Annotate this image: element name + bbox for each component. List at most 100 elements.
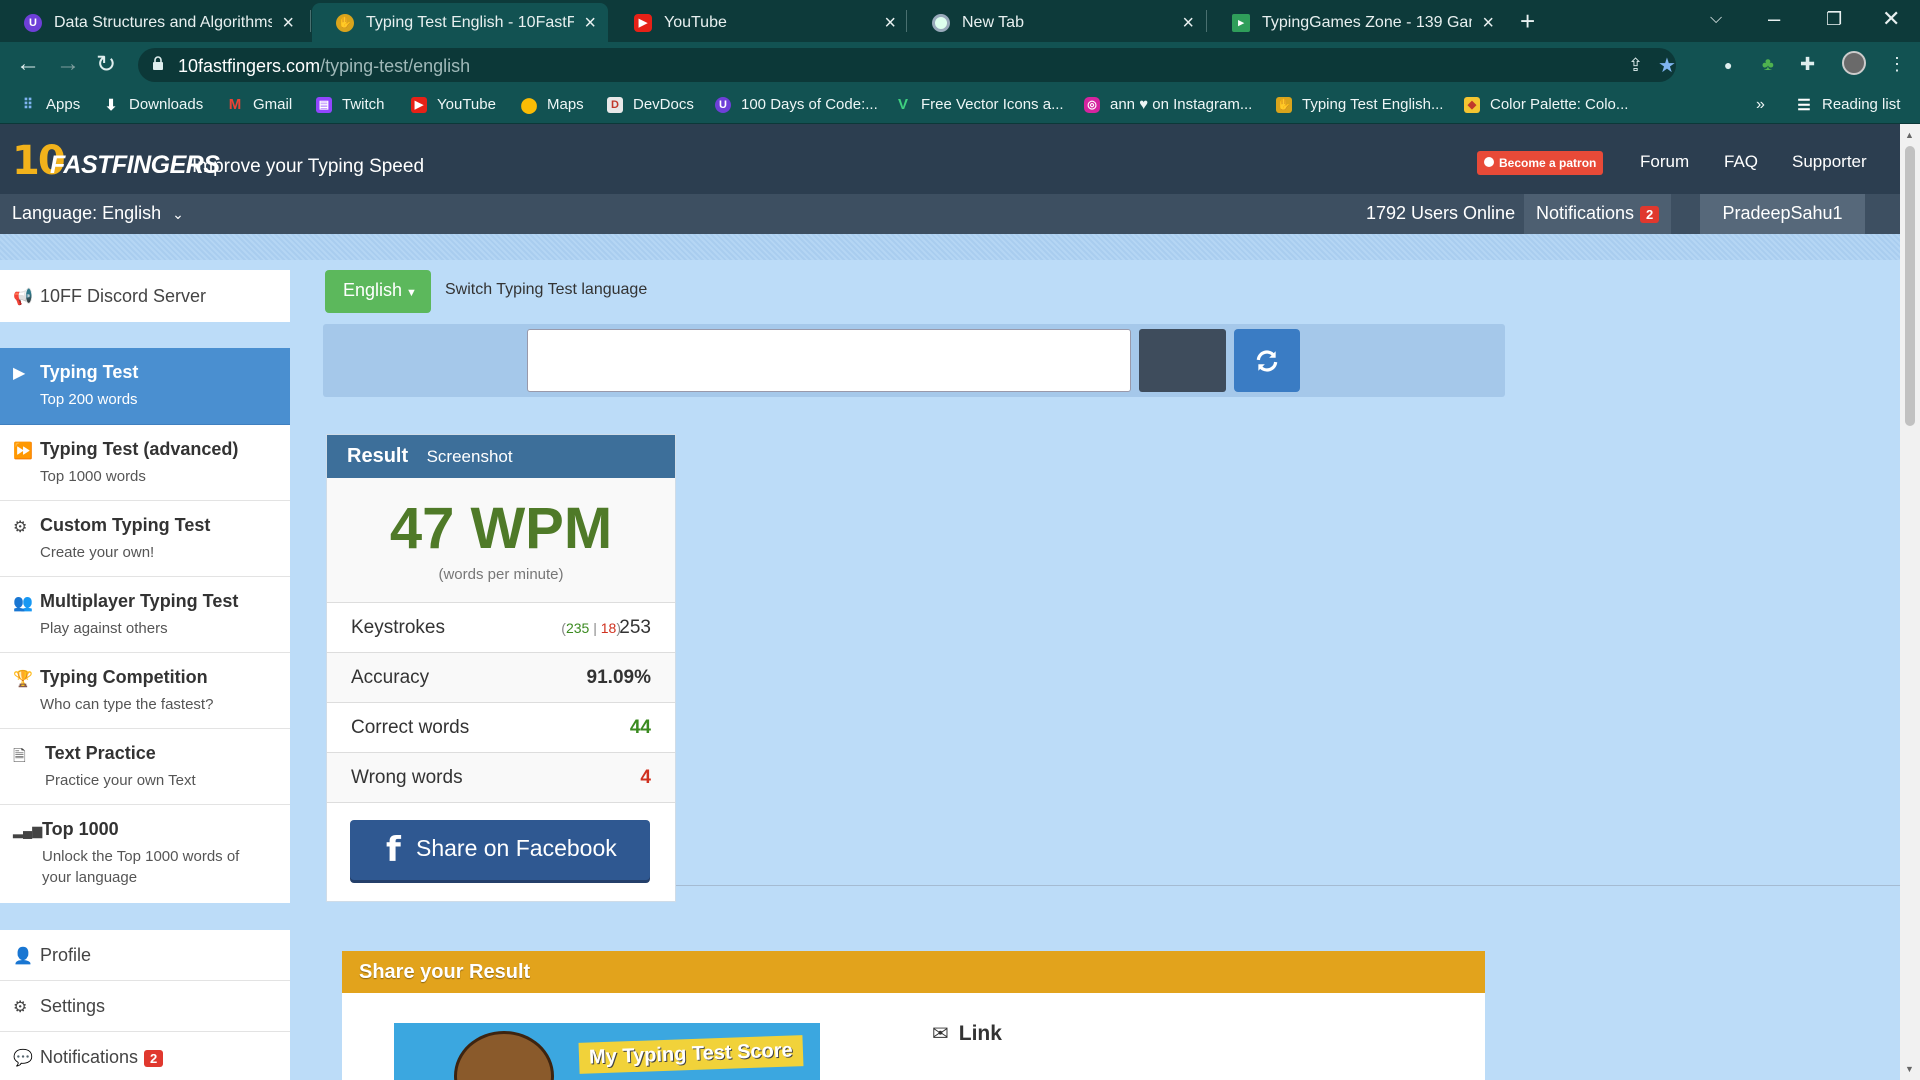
extensions-puzzle-icon[interactable]: ✚ — [1800, 54, 1815, 75]
scroll-down-arrow-icon[interactable]: ▼ — [1905, 1064, 1914, 1074]
bookmark-label: Apps — [46, 96, 81, 113]
user-menu-button[interactable]: PradeepSahu1 — [1700, 194, 1865, 234]
sidebar-item-title: Custom Typing Test — [40, 515, 211, 535]
bookmark-label: Twitch — [342, 96, 385, 113]
nav-faq[interactable]: FAQ — [1724, 152, 1758, 172]
forward-arrow-icon[interactable]: → — [56, 50, 80, 78]
correct-words-row: Correct words 44 — [327, 703, 675, 753]
close-icon[interactable]: × — [584, 13, 596, 33]
bookmark-instagram[interactable]: ◎ ann ♥ on Instagram... — [1084, 96, 1252, 113]
sidebar-item-settings[interactable]: ⚙ Settings — [0, 981, 290, 1032]
share-result-image[interactable]: My Typing Test Score — [394, 1023, 820, 1080]
reading-list-icon: ☰ — [1797, 96, 1811, 114]
cartoon-face-illustration — [454, 1031, 554, 1080]
typing-input[interactable] — [527, 329, 1131, 392]
tab-title: YouTube — [664, 13, 727, 31]
bookmark-apps[interactable]: ⠿ Apps — [20, 96, 80, 113]
language-button-label: English — [343, 280, 403, 300]
url-field[interactable]: 10fastfingers.com/typing-test/english ⇪ … — [138, 48, 1676, 82]
site-logo[interactable]: 10 FASTFINGERS — [12, 134, 220, 184]
window-close-icon[interactable]: ✕ — [1882, 6, 1900, 32]
bookmark-label: DevDocs — [633, 96, 694, 113]
profile-avatar[interactable] — [1842, 51, 1866, 75]
extension-icon[interactable]: ● — [1724, 57, 1732, 73]
share-facebook-button[interactable]: f Share on Facebook — [350, 820, 650, 880]
sidebar-item-notifications[interactable]: 💬 Notifications 2 — [0, 1032, 290, 1080]
play-icon: ▶ — [13, 365, 26, 382]
screenshot-link[interactable]: Screenshot — [427, 447, 513, 466]
restart-button[interactable] — [1234, 329, 1300, 392]
browser-tab-typing-test[interactable]: ✋ Typing Test English - 10FastFinge × — [312, 3, 608, 42]
bookmark-typing-test[interactable]: ✋ Typing Test English... — [1276, 96, 1443, 113]
close-icon[interactable]: × — [1182, 13, 1194, 33]
sidebar-item-typing-test[interactable]: ▶ Typing Test Top 200 words — [0, 348, 290, 425]
close-icon[interactable]: × — [884, 13, 896, 33]
sidebar-item-text-practice[interactable]: 🗎 Text Practice Practice your own Text — [0, 729, 290, 805]
share-icon[interactable]: ⇪ — [1628, 55, 1643, 76]
restore-icon[interactable]: ❐ — [1826, 9, 1842, 30]
browser-tab-new-tab[interactable]: New Tab × — [908, 3, 1206, 42]
maps-pin-icon: ⬤ — [520, 96, 538, 114]
bookmark-label: Typing Test English... — [1302, 96, 1444, 113]
bookmark-label: 100 Days of Code:... — [741, 96, 878, 113]
minimize-icon[interactable]: – — [1768, 6, 1780, 32]
download-icon: ⬇ — [104, 96, 118, 114]
bookmark-100-days[interactable]: U 100 Days of Code:... — [715, 96, 878, 113]
divider — [676, 885, 1900, 886]
language-dropdown-button[interactable]: English ▼ — [325, 270, 431, 313]
menu-kebab-icon[interactable]: ⋮ — [1888, 54, 1906, 75]
page-scrollbar[interactable]: ▲ ▼ — [1900, 124, 1920, 1080]
wpm-subtitle: (words per minute) — [438, 566, 564, 583]
new-tab-plus-icon[interactable]: + — [1520, 6, 1535, 37]
bookmark-gmail[interactable]: M Gmail — [227, 96, 292, 113]
notifications-button[interactable]: Notifications 2 — [1524, 194, 1672, 234]
wrong-words-row: Wrong words 4 — [327, 753, 675, 803]
tab-title: TypingGames Zone - 139 Games — [1262, 13, 1472, 31]
become-patron-button[interactable]: Become a patron — [1477, 151, 1604, 175]
reload-icon[interactable]: ↻ — [96, 50, 116, 79]
scroll-up-arrow-icon[interactable]: ▲ — [1905, 130, 1914, 140]
bookmark-free-vector[interactable]: V Free Vector Icons a... — [895, 96, 1064, 113]
timer-display — [1139, 329, 1226, 392]
instagram-icon: ◎ — [1084, 96, 1100, 113]
browser-tab-youtube[interactable]: ▶ YouTube × — [610, 3, 908, 42]
site-subbar: Language: English ⌄ 1792 Users Online No… — [0, 194, 1900, 234]
sidebar-item-multiplayer[interactable]: 👥 Multiplayer Typing Test Play against o… — [0, 577, 290, 653]
sidebar-item-profile[interactable]: 👤 Profile — [0, 930, 290, 981]
tab-search-chevron-icon[interactable]: ⌵ — [1710, 10, 1722, 28]
reading-list[interactable]: ☰ Reading list — [1796, 96, 1901, 114]
sidebar-item-title: Top 1000 — [42, 819, 119, 839]
bookmark-youtube[interactable]: ▶ YouTube — [411, 96, 496, 113]
share-facebook-label: Share on Facebook — [416, 835, 617, 861]
bookmark-label: Color Palette: Colo... — [1490, 96, 1629, 113]
back-arrow-icon[interactable]: ← — [16, 50, 40, 78]
bookmark-downloads[interactable]: ⬇ Downloads — [103, 96, 204, 114]
nav-supporter[interactable]: Supporter — [1792, 152, 1867, 172]
bookmark-devdocs[interactable]: D DevDocs — [607, 96, 694, 113]
reading-list-label: Reading list — [1822, 96, 1901, 113]
sidebar-item-top-1000[interactable]: ▂▄▆ Top 1000 Unlock the Top 1000 words o… — [0, 805, 290, 903]
tree-extension-icon[interactable]: ♣ — [1762, 54, 1774, 75]
wpm-box: 47 WPM (words per minute) — [327, 478, 675, 603]
browser-tab-dsa[interactable]: U Data Structures and Algorithms: D × — [0, 3, 306, 42]
correct-words-value: 44 — [629, 717, 651, 738]
sidebar-item-competition[interactable]: 🏆 Typing Competition Who can type the fa… — [0, 653, 290, 729]
close-icon[interactable]: × — [1482, 13, 1494, 33]
bookmark-star-icon[interactable]: ★ — [1658, 53, 1676, 78]
sidebar-item-discord[interactable]: 📢 10FF Discord Server — [0, 270, 290, 321]
megaphone-icon: 📢 — [13, 289, 33, 306]
sidebar-item-custom-typing-test[interactable]: ⚙ Custom Typing Test Create your own! — [0, 501, 290, 577]
bookmark-color-palette[interactable]: ◆ Color Palette: Colo... — [1464, 96, 1628, 113]
bookmark-twitch[interactable]: ▤ Twitch — [316, 96, 385, 113]
language-select[interactable]: Language: English ⌄ — [12, 203, 184, 224]
close-icon[interactable]: × — [282, 13, 294, 33]
bookmarks-overflow[interactable]: » — [1756, 96, 1765, 114]
sidebar-item-typing-test-advanced[interactable]: ⏩ Typing Test (advanced) Top 1000 words — [0, 425, 290, 501]
nav-forum[interactable]: Forum — [1640, 152, 1689, 172]
bookmark-maps[interactable]: ⬤ Maps — [520, 96, 584, 114]
browser-tab-typinggames[interactable]: ▸ TypingGames Zone - 139 Games × — [1208, 3, 1506, 42]
scroll-thumb[interactable] — [1905, 146, 1915, 426]
palette-icon: ◆ — [1464, 96, 1480, 113]
tagline: Improve your Typing Speed — [192, 156, 425, 177]
notifications-badge: 2 — [144, 1049, 164, 1067]
